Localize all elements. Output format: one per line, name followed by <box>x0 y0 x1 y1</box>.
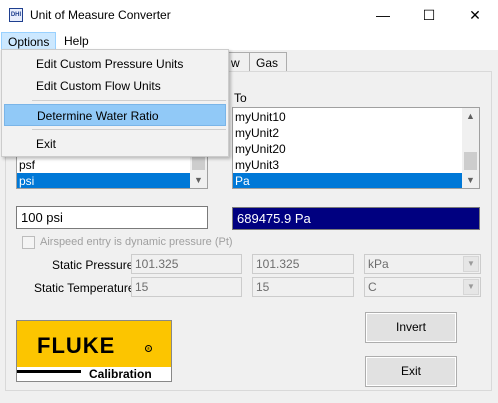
list-item-selected[interactable]: psi <box>17 173 192 188</box>
menu-item-exit[interactable]: Exit <box>4 133 226 155</box>
to-label: To <box>234 91 247 105</box>
menu-item-edit-custom-pressure-units[interactable]: Edit Custom Pressure Units <box>4 53 226 75</box>
menu-separator <box>32 129 226 130</box>
list-item[interactable]: myUnit2 <box>233 125 464 141</box>
registered-mark: ® <box>145 345 152 352</box>
list-item[interactable]: myUnit3 <box>233 157 464 173</box>
scroll-thumb[interactable] <box>464 152 477 170</box>
input-value-field[interactable]: 100 psi <box>16 206 208 229</box>
to-unit-list[interactable]: myUnit10 myUnit2 myUnit20 myUnit3 Pa ▲ ▼ <box>232 107 480 189</box>
menu-item-determine-water-ratio[interactable]: Determine Water Ratio <box>4 104 226 126</box>
invert-button[interactable]: Invert <box>365 312 457 343</box>
static-temperature-unit: C <box>368 280 377 294</box>
static-pressure-input[interactable]: 101.325 <box>131 254 242 274</box>
list-item[interactable]: myUnit20 <box>233 141 464 157</box>
scroll-down-icon[interactable]: ▼ <box>190 172 207 188</box>
chevron-down-icon[interactable]: ▼ <box>463 256 479 272</box>
airspeed-label: Airspeed entry is dynamic pressure (Pt) <box>40 236 233 248</box>
logo-line <box>17 370 81 373</box>
fluke-calibration-logo: FLUKE ® Calibration <box>16 320 172 382</box>
static-pressure-label: Static Pressure <box>52 258 134 272</box>
exit-button[interactable]: Exit <box>365 356 457 387</box>
airspeed-checkbox[interactable] <box>22 236 35 249</box>
menu-item-edit-custom-flow-units[interactable]: Edit Custom Flow Units <box>4 75 226 97</box>
minimize-button[interactable]: — <box>360 0 406 31</box>
window-title: Unit of Measure Converter <box>30 8 171 22</box>
logo-brand: FLUKE <box>37 333 116 358</box>
close-button[interactable]: ✕ <box>452 0 498 31</box>
list-item[interactable]: myUnit10 <box>233 109 464 125</box>
menu-bar: Options Help <box>0 31 498 51</box>
static-temperature-input[interactable]: 15 <box>131 277 242 297</box>
static-temperature-label: Static Temperature <box>34 281 135 295</box>
tab-flow-label: w <box>231 56 240 70</box>
app-icon: DHI <box>9 8 23 22</box>
logo-tagline: Calibration <box>89 367 152 381</box>
list-item[interactable]: psf <box>17 157 192 173</box>
scroll-down-icon[interactable]: ▼ <box>462 172 479 188</box>
menu-separator <box>32 100 226 101</box>
to-list-scrollbar[interactable]: ▲ ▼ <box>462 108 479 188</box>
scroll-up-icon[interactable]: ▲ <box>462 108 479 125</box>
static-temperature-unit-select[interactable]: C ▼ <box>364 277 481 297</box>
static-temperature-converted: 15 <box>252 277 354 297</box>
result-display: 689475.9 Pa <box>232 207 480 230</box>
options-dropdown-menu: Edit Custom Pressure Units Edit Custom F… <box>1 49 229 157</box>
maximize-button[interactable]: ☐ <box>406 0 452 31</box>
tab-gas[interactable]: Gas <box>249 52 287 72</box>
static-pressure-unit: kPa <box>368 257 389 271</box>
static-pressure-converted: 101.325 <box>252 254 354 274</box>
list-item-selected[interactable]: Pa <box>233 173 464 188</box>
chevron-down-icon[interactable]: ▼ <box>463 279 479 295</box>
title-bar: DHI Unit of Measure Converter — ☐ ✕ <box>0 0 498 31</box>
static-pressure-unit-select[interactable]: kPa ▼ <box>364 254 481 274</box>
